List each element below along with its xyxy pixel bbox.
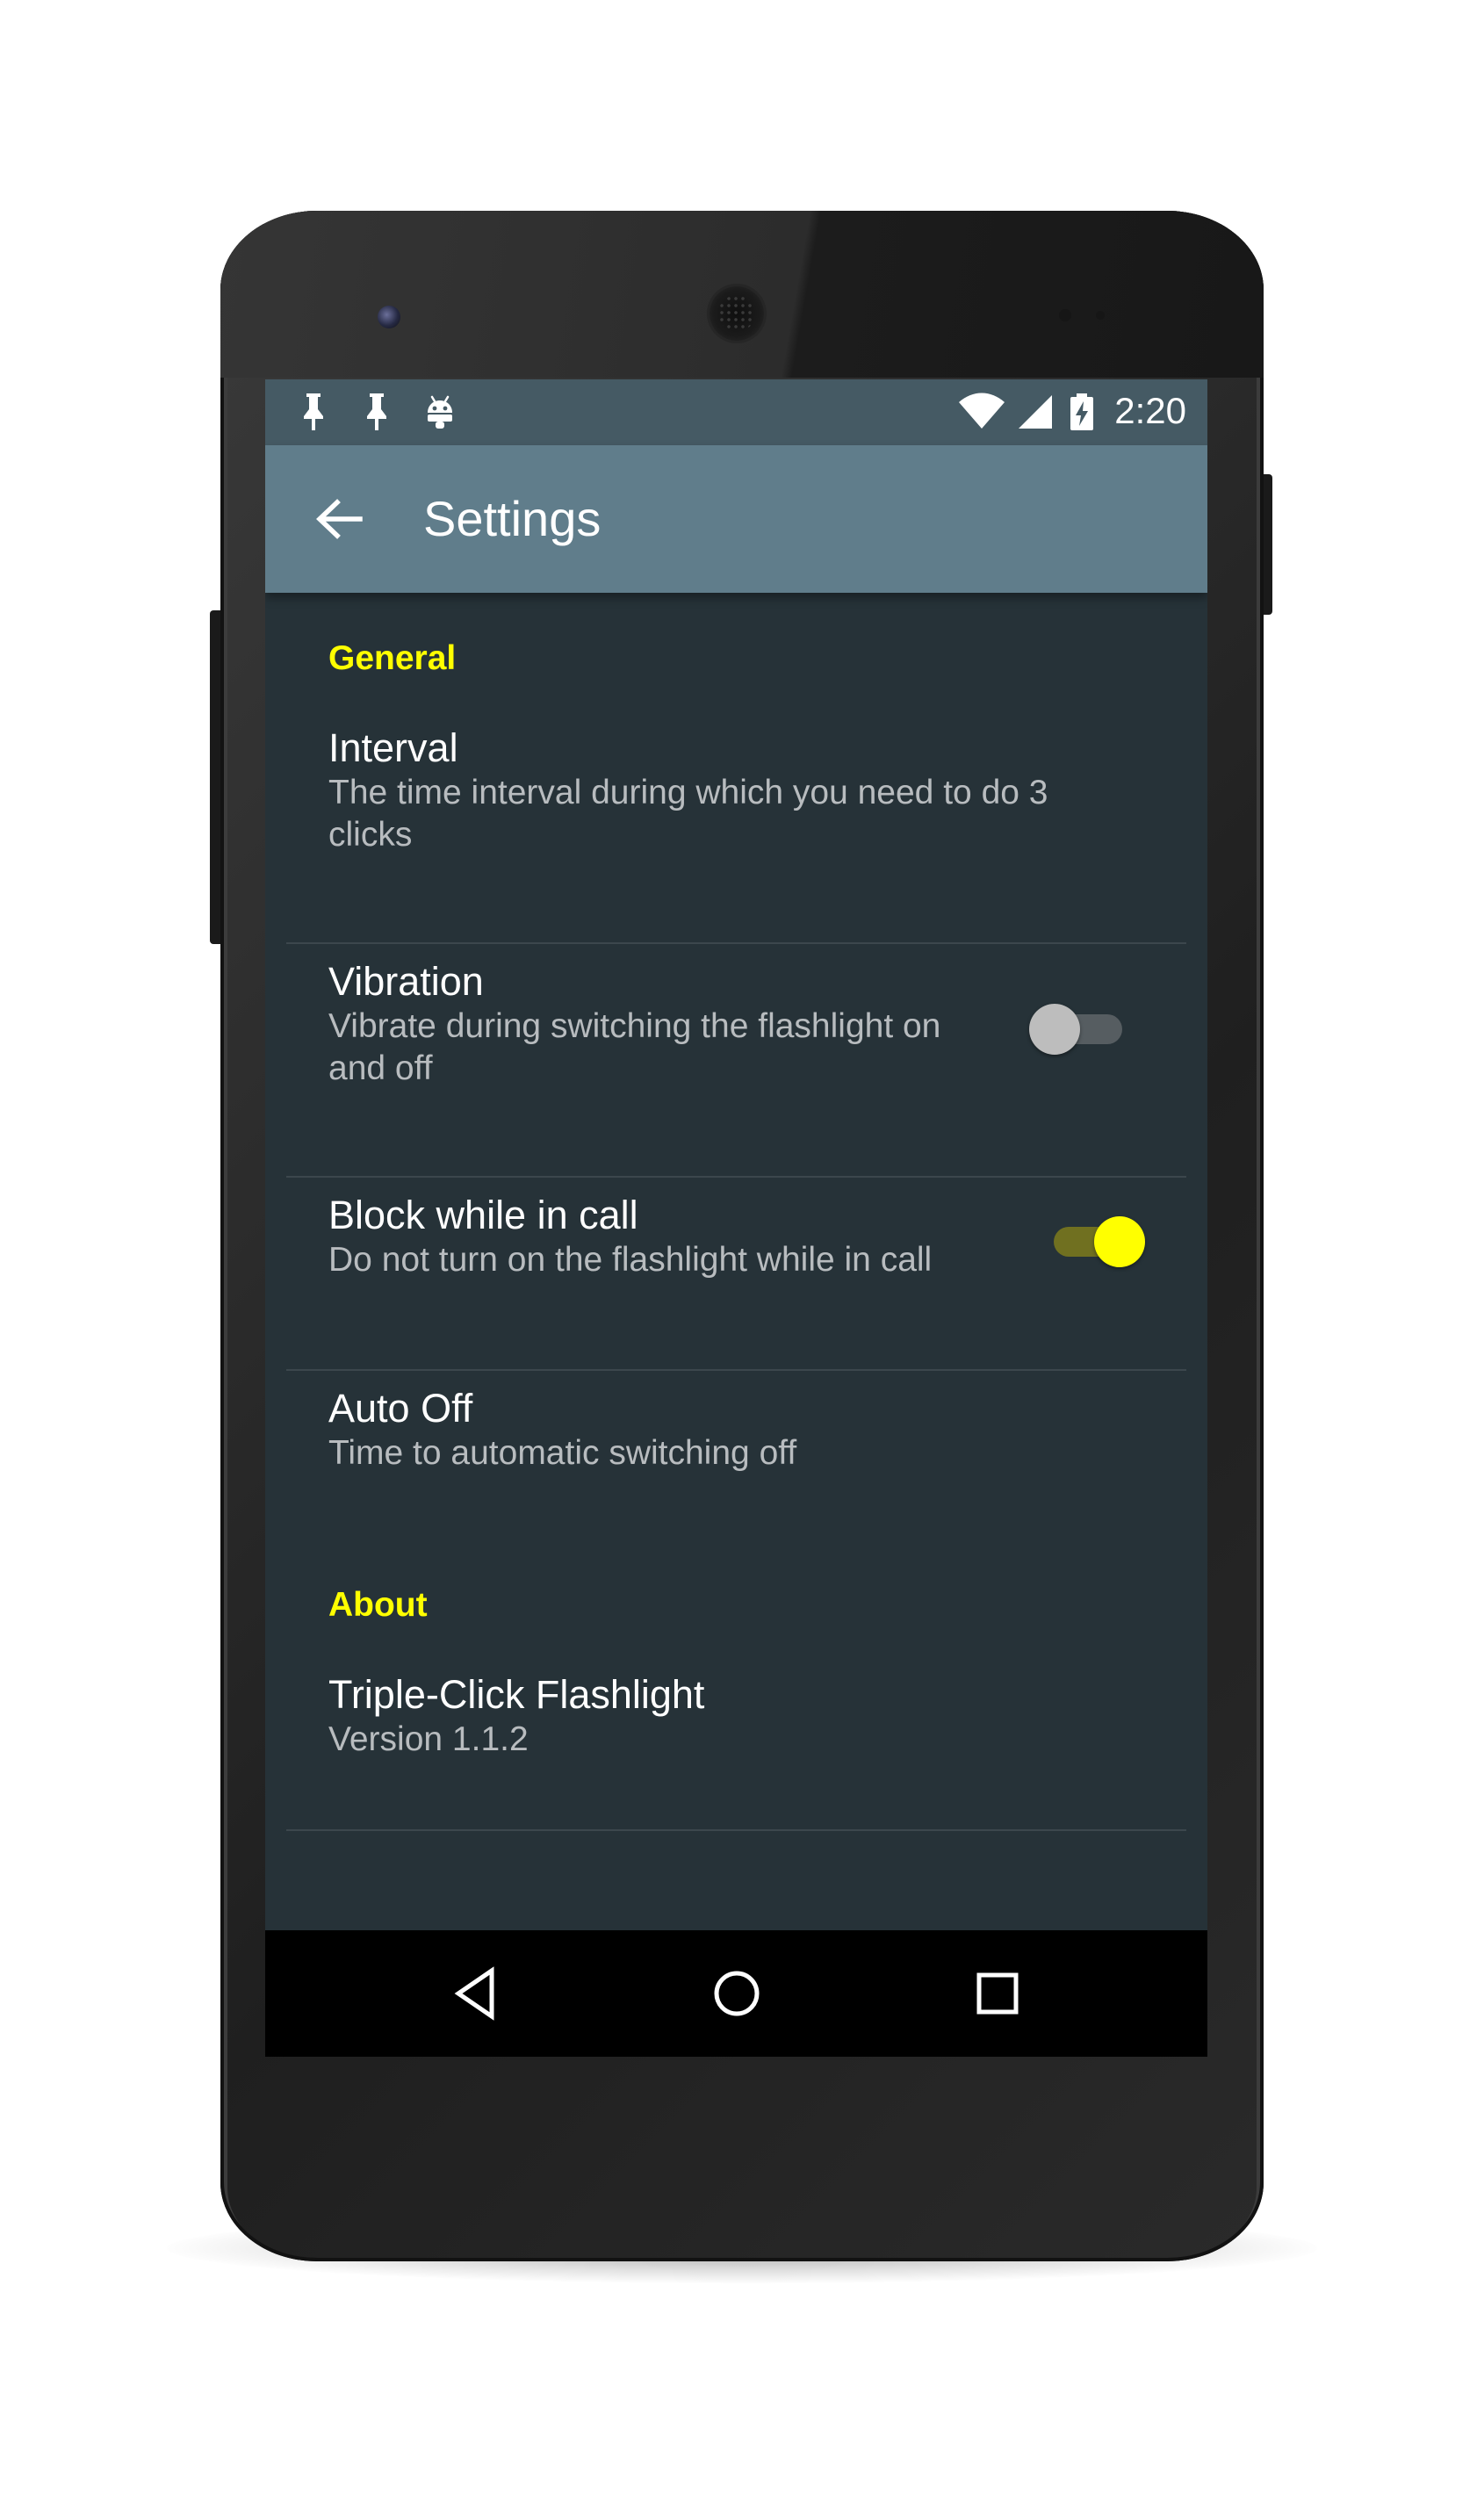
vibration-toggle-off[interactable] <box>1029 998 1122 1059</box>
pref-interval[interactable]: Interval The time interval during which … <box>328 725 1136 856</box>
status-bar: 2:20 <box>265 379 1207 445</box>
arrow-left-icon[interactable] <box>313 493 365 545</box>
divider <box>286 1829 1186 1831</box>
section-header-general: General <box>328 639 457 677</box>
pref-title: Triple-Click Flashlight <box>328 1672 705 1717</box>
navigation-bar <box>265 1930 1207 2057</box>
page-title: Settings <box>423 491 602 546</box>
status-time: 2:20 <box>1114 390 1186 431</box>
pref-title: Auto Off <box>328 1386 473 1431</box>
divider <box>286 1176 1186 1178</box>
pref-summary: The time interval during which you need … <box>328 774 1048 854</box>
app-bar: Settings <box>265 445 1207 593</box>
pref-title: Block while in call <box>328 1193 638 1237</box>
pref-vibration[interactable]: Vibration Vibrate during switching the f… <box>328 958 961 1090</box>
recents-square-icon[interactable] <box>968 1964 1027 2023</box>
pref-summary: Time to automatic switching off <box>328 1434 797 1472</box>
wifi-icon <box>959 393 1005 429</box>
pref-app-version[interactable]: Triple-Click Flashlight Version 1.1.2 <box>328 1671 1136 1761</box>
light-sensor <box>1096 311 1105 320</box>
divider <box>286 942 1186 944</box>
android-icon <box>428 395 452 429</box>
pref-block-while-in-call[interactable]: Block while in call Do not turn on the f… <box>328 1192 1031 1281</box>
front-camera <box>378 306 400 328</box>
pref-title: Vibration <box>328 959 484 1004</box>
block-while-in-call-toggle-on[interactable] <box>1054 1210 1145 1272</box>
pref-auto-off[interactable]: Auto Off Time to automatic switching off <box>328 1385 1136 1474</box>
divider <box>286 1369 1186 1371</box>
back-triangle-icon[interactable] <box>446 1964 506 2023</box>
pin-icon <box>304 393 323 430</box>
pref-summary: Do not turn on the flashlight while in c… <box>328 1241 933 1279</box>
switch-thumb <box>1094 1216 1145 1267</box>
signal-icon <box>1019 395 1052 429</box>
switch-thumb <box>1029 1004 1080 1055</box>
home-circle-icon[interactable] <box>707 1964 767 2023</box>
section-header-about: About <box>328 1586 428 1624</box>
pin-icon <box>367 393 386 430</box>
battery-charging-icon <box>1070 393 1093 430</box>
settings-list: General Interval The time interval durin… <box>265 593 1207 1936</box>
screen: 2:20 Settings General Interval The time … <box>265 379 1207 2057</box>
pref-title: Interval <box>328 725 458 770</box>
proximity-sensor <box>1059 309 1071 321</box>
device-mockup: 2:20 Settings General Interval The time … <box>0 0 1484 2509</box>
pref-summary: Version 1.1.2 <box>328 1720 529 1758</box>
earpiece-speaker <box>710 286 764 341</box>
pref-summary: Vibrate during switching the flashlight … <box>328 1007 941 1087</box>
